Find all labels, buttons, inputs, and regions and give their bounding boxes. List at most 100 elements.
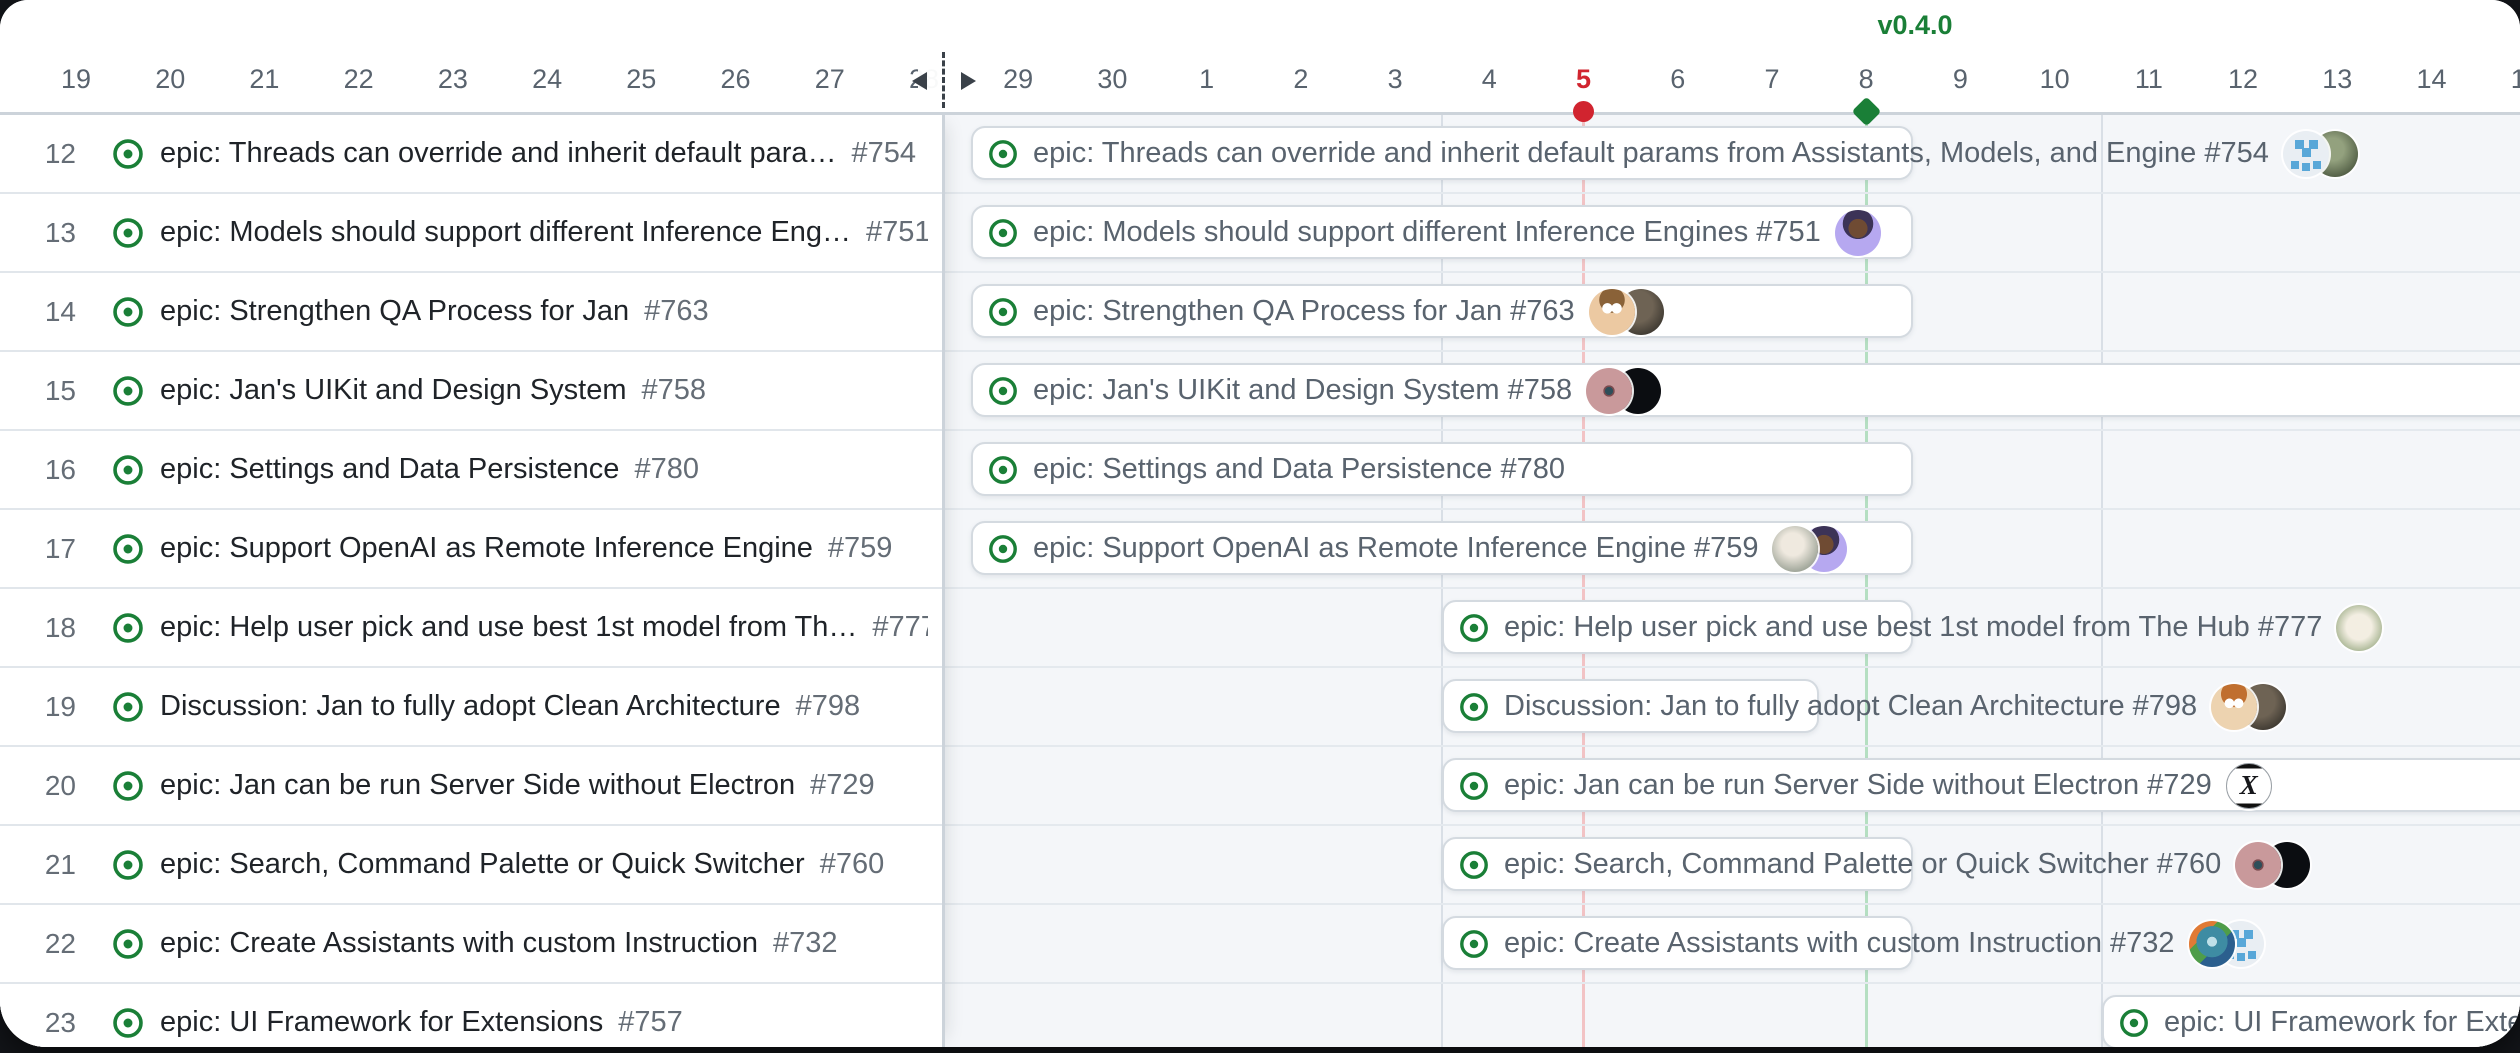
row-number: 13: [18, 194, 76, 271]
milestone-label[interactable]: v0.4.0: [1877, 10, 1952, 41]
open-issue-icon: [1458, 612, 1490, 644]
issue-number: #751: [866, 216, 928, 249]
issue-number: #754: [852, 137, 917, 170]
avatar[interactable]: [2211, 684, 2257, 730]
row-number: 23: [18, 984, 76, 1047]
table-row[interactable]: 15 epic: Jan's UIKit and Design System #…: [0, 352, 942, 431]
avatar-group: [1586, 368, 1661, 414]
avatar-group: [2283, 131, 2358, 177]
bar-label: epic: Strengthen QA Process for Jan #763: [1033, 295, 1575, 328]
timeline-header: v0.4.0 192021222324252627282930123456789…: [0, 0, 2520, 115]
issue-title: epic: Threads can override and inherit d…: [160, 137, 837, 170]
avatar[interactable]: [2336, 605, 2382, 651]
table-row[interactable]: 14 epic: Strengthen QA Process for Jan #…: [0, 273, 942, 352]
date-header-label: 2: [1293, 64, 1308, 95]
table-row[interactable]: 23 epic: UI Framework for Extensions #75…: [0, 984, 942, 1047]
date-header-label: 4: [1482, 64, 1497, 95]
avatar[interactable]: [1586, 368, 1632, 414]
bar-label: epic: Jan can be run Server Side without…: [1504, 769, 2212, 802]
issue-title: epic: Jan can be run Server Side without…: [160, 769, 795, 802]
row-number: 17: [18, 510, 76, 587]
open-issue-icon: [111, 848, 145, 882]
avatar[interactable]: [2235, 842, 2281, 888]
open-issue-icon: [2118, 1007, 2150, 1039]
open-issue-icon: [987, 375, 1019, 407]
table-row[interactable]: 16 epic: Settings and Data Persistence #…: [0, 431, 942, 510]
date-header-label: 13: [2322, 64, 2352, 95]
open-issue-icon: [111, 374, 145, 408]
open-issue-icon: [111, 611, 145, 645]
bar-content: epic: UI Framework for Extensions #757: [2118, 984, 2520, 1047]
avatar[interactable]: [1835, 210, 1881, 256]
bar-label: Discussion: Jan to fully adopt Clean Arc…: [1504, 690, 2197, 723]
date-header-label: 3: [1388, 64, 1403, 95]
date-header-label: 25: [626, 64, 656, 95]
issue-title: epic: Help user pick and use best 1st mo…: [160, 611, 857, 644]
table-row[interactable]: 12 epic: Threads can override and inheri…: [0, 115, 942, 194]
date-header-label: 29: [1003, 64, 1033, 95]
bar-content: epic: Models should support different In…: [987, 194, 1881, 271]
table-row[interactable]: 21 epic: Search, Command Palette or Quic…: [0, 826, 942, 905]
row-number: 16: [18, 431, 76, 508]
avatar-group: [2235, 842, 2310, 888]
row-number: 15: [18, 352, 76, 429]
avatar[interactable]: X: [2226, 763, 2272, 809]
avatar[interactable]: [2189, 921, 2235, 967]
open-issue-icon: [987, 296, 1019, 328]
issue-title: epic: UI Framework for Extensions: [160, 1006, 603, 1039]
table-row[interactable]: 19 Discussion: Jan to fully adopt Clean …: [0, 668, 942, 747]
avatar-group: [1772, 526, 1847, 572]
date-header-label: 5: [1576, 64, 1591, 95]
issue-number: #758: [642, 374, 707, 407]
bar-content: epic: Jan's UIKit and Design System #758: [987, 352, 1661, 429]
table-row[interactable]: 20 epic: Jan can be run Server Side with…: [0, 747, 942, 826]
open-issue-icon: [987, 454, 1019, 486]
date-header-label: 8: [1859, 64, 1874, 95]
avatar[interactable]: [2283, 131, 2329, 177]
date-header-label: 7: [1764, 64, 1779, 95]
date-header-label: 24: [532, 64, 562, 95]
date-header-label: 20: [155, 64, 185, 95]
date-header-label: 6: [1670, 64, 1685, 95]
open-issue-icon: [111, 1006, 145, 1040]
bar-content: epic: Threads can override and inherit d…: [987, 115, 2358, 192]
avatar[interactable]: [1589, 289, 1635, 335]
open-issue-icon: [1458, 849, 1490, 881]
open-issue-icon: [987, 138, 1019, 170]
issue-number: #732: [773, 927, 838, 960]
date-header-label: 27: [815, 64, 845, 95]
issue-number: #780: [634, 453, 699, 486]
issue-title: epic: Models should support different In…: [160, 216, 851, 249]
row-number: 12: [18, 115, 76, 192]
bar-content: epic: Settings and Data Persistence #780: [987, 431, 1565, 508]
avatar[interactable]: [1772, 526, 1818, 572]
cursor-arrow-left-icon: [912, 72, 927, 90]
date-header-label: 21: [249, 64, 279, 95]
issue-number: #729: [810, 769, 875, 802]
issue-number: #760: [820, 848, 885, 881]
table-row[interactable]: 18 epic: Help user pick and use best 1st…: [0, 589, 942, 668]
table-row[interactable]: 22 epic: Create Assistants with custom I…: [0, 905, 942, 984]
today-marker-icon: [1573, 101, 1594, 122]
open-issue-icon: [987, 533, 1019, 565]
bar-label: epic: Create Assistants with custom Inst…: [1504, 927, 2175, 960]
bar-label: epic: Settings and Data Persistence #780: [1033, 453, 1565, 486]
row-number: 14: [18, 273, 76, 350]
date-header-label: 19: [61, 64, 91, 95]
avatar-group: [2189, 921, 2264, 967]
date-header-label: 22: [344, 64, 374, 95]
open-issue-icon: [1458, 770, 1490, 802]
table-row[interactable]: 17 epic: Support OpenAI as Remote Infere…: [0, 510, 942, 589]
bar-content: epic: Create Assistants with custom Inst…: [1458, 905, 2264, 982]
issue-number: #777: [872, 611, 928, 644]
issue-title: epic: Settings and Data Persistence: [160, 453, 619, 486]
open-issue-icon: [111, 216, 145, 250]
table-rows: 12 epic: Threads can override and inheri…: [0, 115, 942, 1047]
row-number: 19: [18, 668, 76, 745]
open-issue-icon: [111, 295, 145, 329]
issue-number: #763: [644, 295, 709, 328]
table-row[interactable]: 13 epic: Models should support different…: [0, 194, 942, 273]
open-issue-icon: [111, 137, 145, 171]
cursor-dashed-line: [942, 52, 945, 108]
cursor-arrow-right-icon: [961, 72, 976, 90]
